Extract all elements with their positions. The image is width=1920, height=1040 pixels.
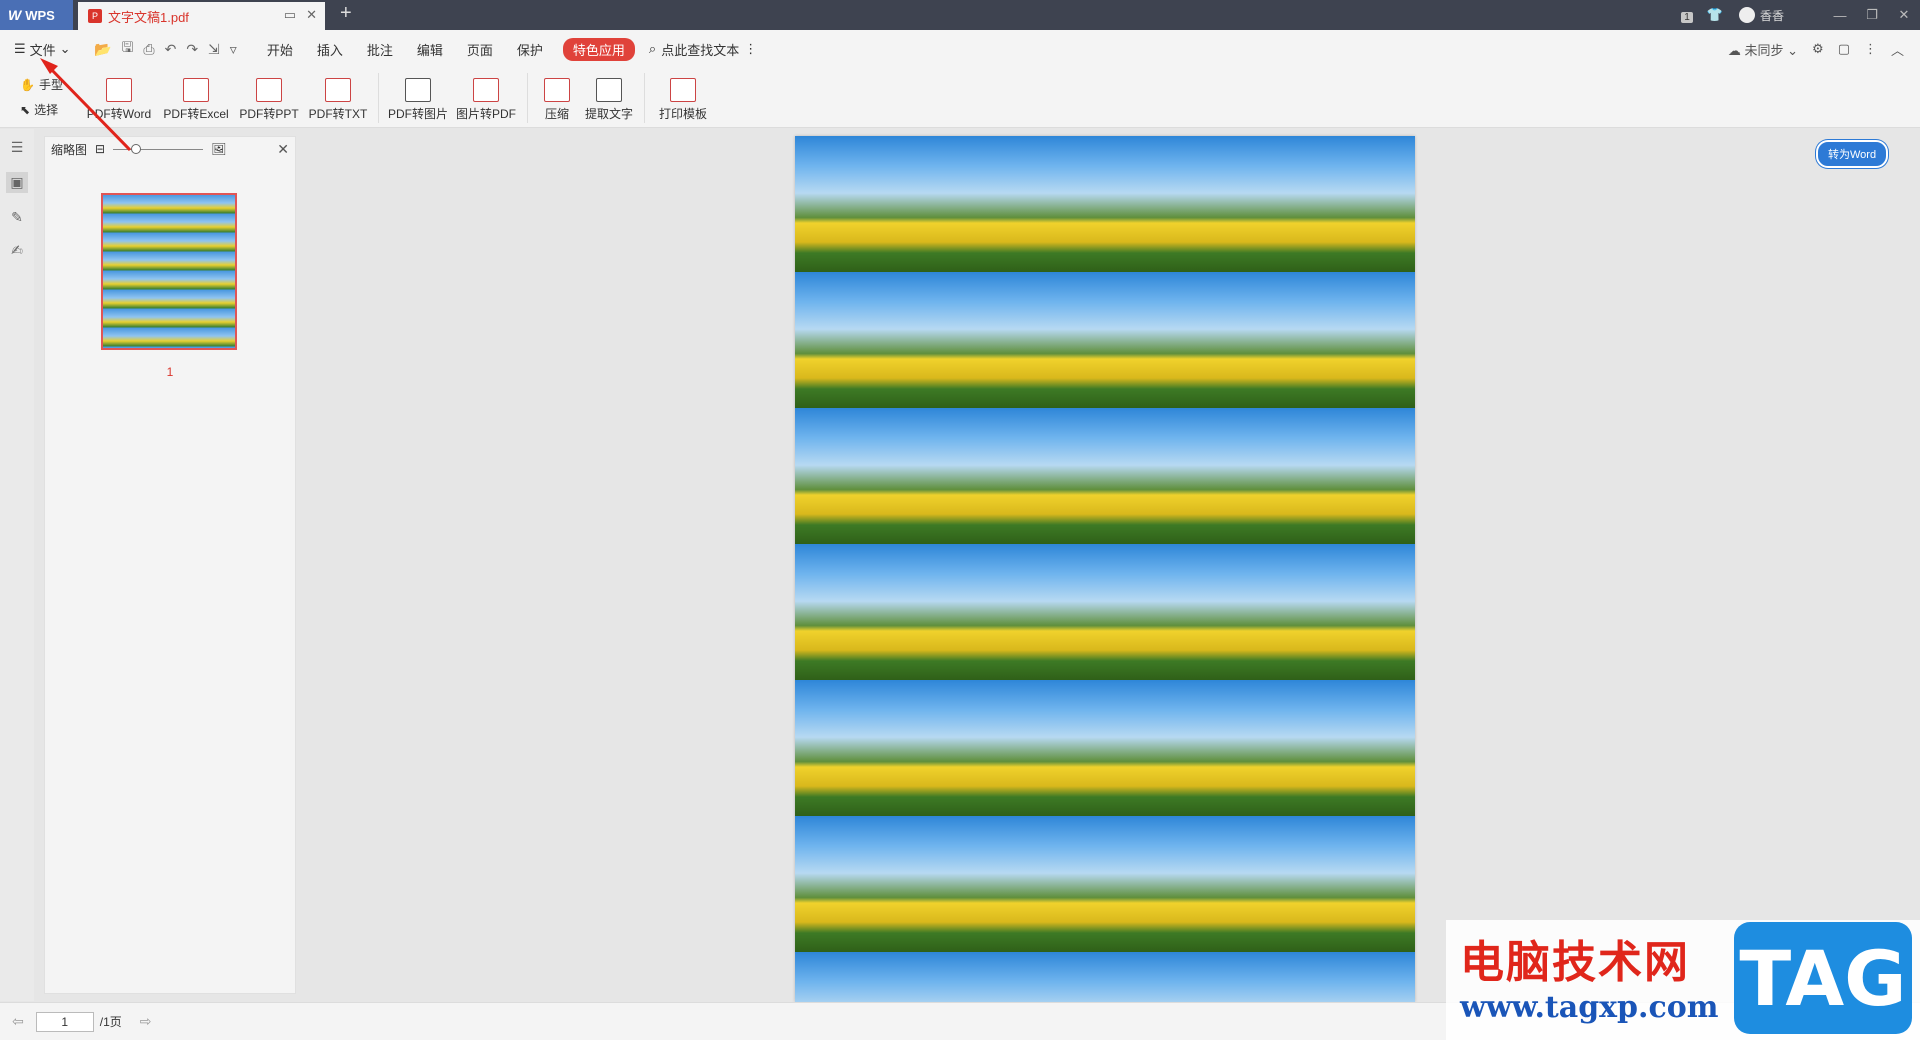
more-icon[interactable]: ⋮ [1864,41,1877,57]
image-to-pdf-icon [473,78,499,102]
page-number-input[interactable]: 1 [35,1011,94,1032]
print-icon[interactable]: ⎙ [143,41,154,58]
customize-dropdown-icon[interactable]: ▿ [230,41,237,58]
thumbnail-panel: 缩略图 ⊟ 🖼 ✕ 1 [44,136,296,994]
find-text-button[interactable]: ⌕ 点此查找文本 ⋮ [649,40,757,59]
compress-icon [544,78,570,102]
menu-protect[interactable]: 保护 [505,40,555,59]
image-to-pdf-button[interactable]: 图片转PDF [451,68,521,128]
annotation-icon[interactable]: ✎ [11,209,23,226]
export-icon[interactable]: ⇲ [208,41,220,58]
page-total: /1页 [99,1015,122,1029]
tab-float-icon[interactable]: ▭ [284,7,296,23]
page-thumbnail[interactable] [101,193,237,350]
prev-page-icon[interactable]: ⇦ [12,1013,24,1030]
new-tab-button[interactable]: + [340,2,352,25]
ribbon-separator [378,73,379,123]
pdf-to-ppt-icon [256,78,282,102]
menu-bar: ☰ 文件 ⌄ 📂 🖫 ⎙ ↶ ↷ ⇲ ▿ 开始 插入 批注 编辑 页面 保护 特… [0,30,1920,68]
thumbnail-view-icon[interactable]: ▣ [6,172,28,193]
menu-special-apps[interactable]: 特色应用 [562,37,635,61]
zoom-out-thumb-icon[interactable]: ⊟ [95,142,105,156]
compress-button[interactable]: 压缩 [534,68,580,128]
message-icon[interactable]: ▢ [1838,41,1850,57]
thumbnail-panel-title: 缩略图 [51,142,88,157]
restore-icon[interactable]: ❐ [1856,7,1888,23]
thumbnail-page-number: 1 [166,365,174,379]
select-tool-button[interactable]: ⬉ 选择 [20,101,80,118]
watermark-tag-logo: TAG [1734,922,1912,1034]
redo-icon[interactable]: ↷ [186,41,198,58]
search-icon: ⌕ [648,41,657,56]
menu-comment[interactable]: 批注 [355,40,405,59]
thumbnail-zoom-slider[interactable] [113,143,204,154]
slider-knob[interactable] [131,143,142,154]
ribbon-separator [527,73,528,123]
close-window-icon[interactable]: ✕ [1888,7,1920,23]
menu-home[interactable]: 开始 [255,40,305,59]
wps-logo-icon: W [8,7,22,23]
pdf-to-excel-icon [183,78,209,102]
open-folder-icon[interactable]: 📂 [94,41,111,58]
extract-text-icon [596,78,622,102]
tab-close-icon[interactable]: ✕ [306,7,317,23]
skin-icon[interactable]: 👕 [1701,7,1729,23]
ribbon-separator [644,73,645,123]
find-text-label: 点此查找文本 [661,42,740,58]
pdf-to-word-button[interactable]: PDF转Word [80,68,158,128]
pdf-file-icon: P [88,9,102,23]
pdf-to-txt-button[interactable]: PDF转TXT [304,68,372,128]
menu-insert[interactable]: 插入 [305,40,355,59]
pdf-page[interactable] [795,136,1415,1002]
more-options-icon: ⋮ [744,41,758,56]
left-sidebar-rail: ☰ ▣ ✎ ✍ [0,129,34,1001]
user-account[interactable]: 香香 [1738,7,1784,24]
pdf-to-txt-icon [325,78,351,102]
quick-access-toolbar: 📂 🖫 ⎙ ↶ ↷ ⇲ ▿ [94,37,237,61]
collapse-ribbon-icon[interactable]: ︿ [1891,40,1904,59]
minimize-icon[interactable]: — [1824,8,1856,23]
sync-status[interactable]: ☁ 未同步 ⌄ [1728,40,1798,59]
window-count-badge[interactable]: 1 [1673,8,1701,23]
pdf-to-image-icon [405,78,431,102]
save-icon[interactable]: 🖫 [121,37,133,61]
extract-text-button[interactable]: 提取文字 [580,68,638,128]
chevron-down-icon: ⌄ [59,41,71,56]
watermark-url: www.tagxp.com [1460,990,1719,1025]
print-template-icon [670,78,696,102]
undo-icon[interactable]: ↶ [165,41,177,58]
watermark-site-name: 电脑技术网 [1460,937,1690,988]
convert-to-word-button[interactable]: 转为Word [1816,140,1889,168]
wps-home-tab[interactable]: W WPS [0,0,73,30]
pdf-to-word-icon [106,78,132,102]
signature-icon[interactable]: ✍ [11,242,23,259]
close-panel-icon[interactable]: ✕ [277,141,289,158]
avatar [1738,7,1755,23]
settings-gear-icon[interactable]: ⚙ [1812,41,1824,57]
next-page-icon[interactable]: ⇨ [140,1013,152,1030]
document-tab[interactable]: P 文字文稿1.pdf ▭ ✕ [78,2,325,30]
pdf-to-ppt-button[interactable]: PDF转PPT [234,68,304,128]
file-menu-button[interactable]: ☰ 文件 ⌄ [0,40,84,59]
pdf-to-image-button[interactable]: PDF转图片 [385,68,451,128]
print-template-button[interactable]: 打印模板 [651,68,715,128]
zoom-in-thumb-icon[interactable]: 🖼 [211,142,226,156]
menu-page[interactable]: 页面 [455,40,505,59]
document-tab-name: 文字文稿1.pdf [108,9,189,25]
menu-edit[interactable]: 编辑 [405,40,455,59]
hand-icon: ✋ [20,77,35,92]
hand-tool-button[interactable]: ✋ 手型 [20,76,80,93]
file-menu-label: 文件 [29,42,56,58]
wps-app-name: WPS [25,7,55,23]
bookmark-list-icon[interactable]: ☰ [11,139,24,156]
pdf-to-excel-button[interactable]: PDF转Excel [158,68,234,128]
user-name: 香香 [1759,8,1784,23]
site-watermark: 电脑技术网 www.tagxp.com TAG [1446,920,1920,1040]
cursor-icon: ⬉ [20,102,31,117]
hamburger-icon: ☰ [14,41,26,56]
ribbon-toolbar: ✋ 手型 ⬉ 选择 PDF转Word PDF转Excel PDF转PPT PDF转T… [0,68,1920,128]
title-bar: W WPS P 文字文稿1.pdf ▭ ✕ + 1 👕 香香 — ❐ ✕ [0,0,1920,30]
